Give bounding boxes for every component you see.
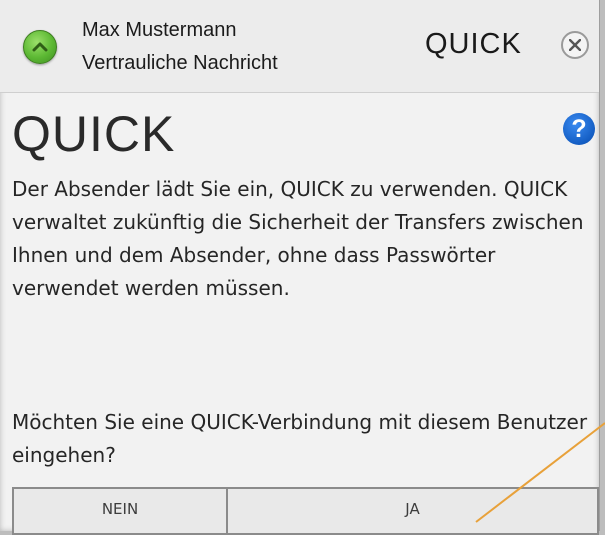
callout-line: [475, 422, 605, 523]
